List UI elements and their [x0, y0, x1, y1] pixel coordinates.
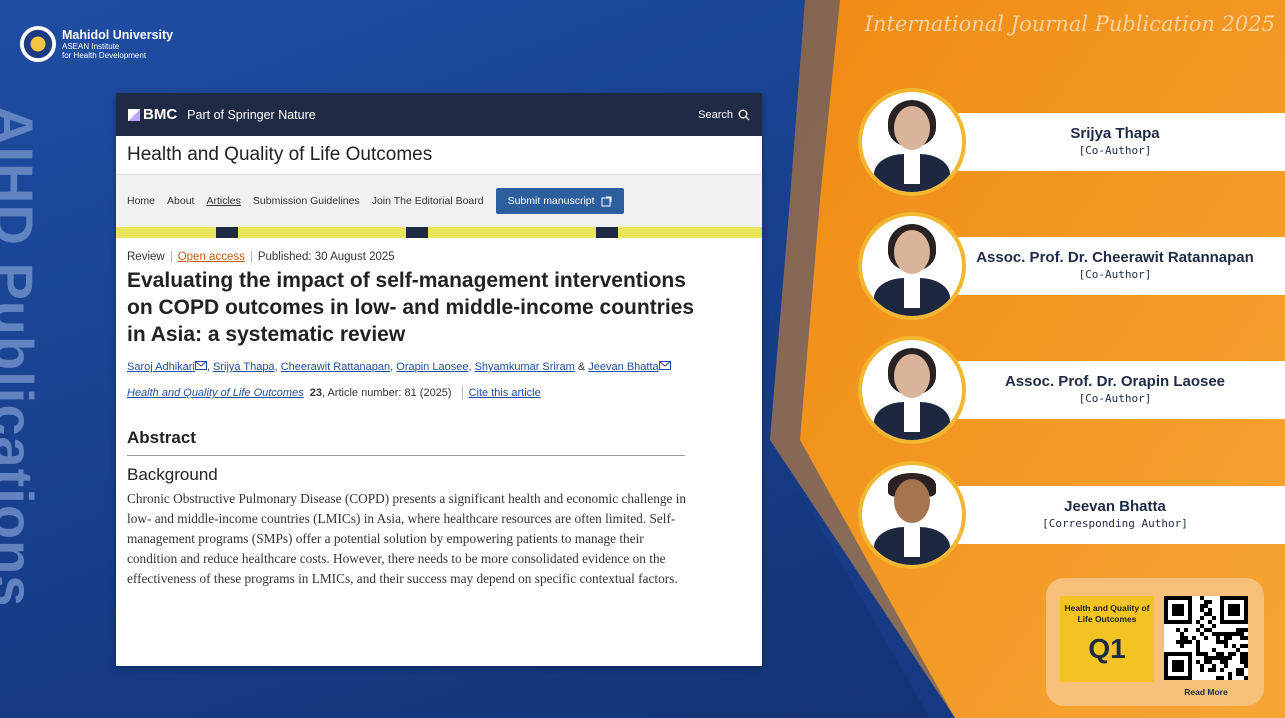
author-name-bar — [913, 486, 1285, 544]
author-name-bar — [913, 361, 1285, 419]
author-card: Jeevan Bhatta [Corresponding Author] — [858, 461, 1285, 569]
author-role: [Co-Author] — [1078, 144, 1152, 157]
meta-divider — [170, 251, 172, 263]
nav-submission-guidelines[interactable]: Submission Guidelines — [253, 195, 360, 207]
article-meta: Review Open access Published: 30 August … — [127, 251, 751, 263]
author-name: Assoc. Prof. Dr. Cheerawit Ratannapan — [976, 249, 1254, 266]
author-link[interactable]: Shyamkumar Sriram — [475, 361, 575, 373]
author-ampersand: & — [577, 361, 586, 373]
vertical-title: AIHD Publications — [0, 105, 54, 715]
author-name: Jeevan Bhatta — [1064, 498, 1166, 515]
mail-icon[interactable] — [658, 361, 671, 370]
submit-manuscript-label: Submit manuscript — [507, 195, 595, 207]
search-button[interactable]: Search — [698, 109, 750, 121]
nav-join-editorial-board[interactable]: Join The Editorial Board — [372, 195, 484, 207]
university-name: Mahidol University — [62, 28, 174, 42]
author-name-bar — [913, 113, 1285, 171]
author-role: [Corresponding Author] — [1042, 517, 1188, 530]
author-link[interactable]: Srijya Thapa — [213, 361, 275, 373]
nav-home[interactable]: Home — [127, 195, 155, 207]
external-link-icon — [601, 196, 612, 206]
citation-line: Health and Quality of Life Outcomes 23, … — [127, 386, 751, 400]
author-link[interactable]: Jeevan Bhatta — [588, 361, 658, 373]
author-list: Saroj Adhikari, Srijya Thapa, Cheerawit … — [127, 358, 687, 376]
author-name-bar — [913, 237, 1285, 295]
author-photo — [858, 212, 966, 320]
author-link[interactable]: Cheerawit Rattanapan — [281, 361, 390, 373]
qr-code-icon[interactable] — [1164, 596, 1248, 680]
background-heading: Background — [127, 465, 218, 484]
submit-manuscript-button[interactable]: Submit manuscript — [495, 188, 624, 214]
read-more-label[interactable]: Read More — [1164, 687, 1248, 697]
quartile-journal-name: Health and Quality of Life Outcomes — [1064, 603, 1150, 624]
meta-divider — [461, 386, 463, 400]
citation-article-number: , Article number: 81 (2025) — [321, 387, 452, 399]
quartile-panel: Health and Quality of Life Outcomes Q1 — [1060, 596, 1154, 682]
citation-journal-link[interactable]: Health and Quality of Life Outcomes — [127, 387, 304, 399]
abstract-heading: Abstract — [127, 428, 685, 456]
background-text: Chronic Obstructive Pulmonary Disease (C… — [127, 491, 687, 586]
author-link[interactable]: Orapin Laosee — [396, 361, 468, 373]
author-name: Assoc. Prof. Dr. Orapin Laosee — [1004, 373, 1226, 390]
journal-nav: Home About Articles Submission Guideline… — [116, 175, 762, 227]
bmc-logo-text: BMC — [143, 106, 178, 123]
journal-rank-box: Health and Quality of Life Outcomes Q1 R… — [1046, 578, 1264, 706]
publisher-header: BMC Part of Springer Nature Search — [116, 93, 762, 136]
vertical-title-text: AIHD Publications — [0, 105, 45, 608]
author-card: Assoc. Prof. Dr. Cheerawit Ratannapan [C… — [858, 212, 1285, 320]
cite-this-article-link[interactable]: Cite this article — [469, 387, 541, 399]
author-photo — [858, 88, 966, 196]
article-type: Review — [127, 251, 165, 263]
institute-line-2: for Health Development — [62, 51, 147, 60]
published-date: Published: 30 August 2025 — [257, 251, 395, 263]
search-icon — [738, 109, 750, 120]
bmc-logo-icon — [128, 108, 140, 121]
search-label: Search — [698, 108, 733, 121]
author-photo — [858, 336, 966, 444]
nav-about[interactable]: About — [167, 195, 194, 207]
banner-title: International Journal Publication 2025 — [864, 12, 1275, 36]
decorative-stripe — [116, 227, 762, 238]
author-link[interactable]: Saroj Adhikari — [127, 361, 195, 373]
university-seal-icon — [20, 26, 56, 62]
author-role: [Co-Author] — [1078, 392, 1152, 405]
university-logo: Mahidol University ASEAN Institute for H… — [20, 26, 173, 62]
author-role: [Co-Author] — [1078, 268, 1152, 281]
institute-line-1: ASEAN Institute — [62, 42, 120, 51]
quartile-rank: Q1 — [1088, 633, 1126, 664]
author-name: Srijya Thapa — [1070, 125, 1160, 142]
author-photo — [858, 461, 966, 569]
journal-title[interactable]: Health and Quality of Life Outcomes — [116, 136, 762, 175]
nav-articles[interactable]: Articles — [206, 195, 240, 207]
author-card: Srijya Thapa [Co-Author] — [858, 88, 1285, 196]
author-card: Assoc. Prof. Dr. Orapin Laosee [Co-Autho… — [858, 336, 1285, 444]
article-title: Evaluating the impact of self-management… — [127, 269, 695, 346]
publisher-tagline: Part of Springer Nature — [187, 107, 316, 122]
mail-icon[interactable] — [194, 361, 207, 370]
meta-divider — [250, 251, 252, 263]
article-screenshot: BMC Part of Springer Nature Search Healt… — [116, 93, 762, 666]
citation-volume: 23 — [309, 387, 322, 399]
open-access-link[interactable]: Open access — [178, 251, 245, 263]
bmc-logo[interactable]: BMC — [128, 106, 177, 123]
